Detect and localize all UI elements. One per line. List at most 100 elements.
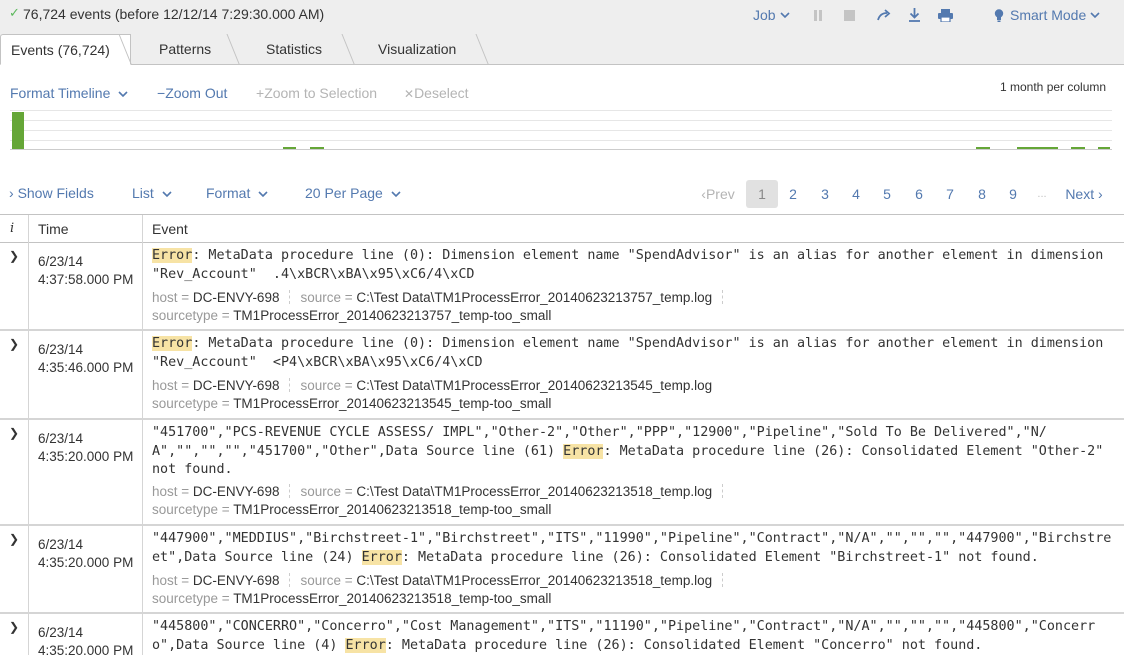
page-button[interactable]: 2 [784,180,802,208]
event-time: 6/23/14 4:35:20.000 PM [38,536,133,572]
source-value[interactable]: C:\Test Data\TM1ProcessError_20140623213… [356,484,712,499]
event-time: 6/23/14 4:37:58.000 PM [38,253,133,289]
timeline-bar[interactable] [976,147,990,149]
page-button[interactable]: 8 [973,180,991,208]
sourcetype-key: sourcetype = [152,396,230,411]
timeline-bar[interactable] [1098,147,1110,149]
deselect-label: Deselect [414,85,469,101]
timeline-scale: 1 month per column [1000,80,1107,94]
job-menu[interactable]: Job [753,0,790,30]
source-value[interactable]: C:\Test Data\TM1ProcessError_20140623213… [356,378,712,393]
format-menu[interactable]: Format [206,185,268,201]
event-fields: host = DC-ENVY-698 source = C:\Test Data\… [152,378,712,393]
event-row: ❯ 6/23/14 4:35:20.000 PM "447900","MEDDIU… [0,526,1124,614]
tab-events[interactable]: Events (76,724) [0,34,131,65]
page-button[interactable]: 7 [941,180,959,208]
page-button[interactable]: 6 [910,180,928,208]
timeline-bar[interactable] [283,147,296,149]
event-raw[interactable]: Error: MetaData procedure line (0): Dime… [152,247,1112,284]
event-row: ❯ 6/23/14 4:37:58.000 PM Error: MetaData … [0,243,1124,331]
prev-label: Prev [705,186,735,202]
col-time-header[interactable]: Time [38,221,69,237]
expand-chevron-icon[interactable]: ❯ [9,249,19,263]
event-date: 6/23/14 [38,342,84,357]
sourcetype-value[interactable]: TM1ProcessError_20140623213757_temp-too_… [233,308,551,323]
event-raw[interactable]: "447900","MEDDIUS","Birchstreet-1","Birc… [152,530,1112,567]
tab-patterns[interactable]: Patterns [159,34,239,65]
event-date: 6/23/14 [38,431,84,446]
expand-chevron-icon[interactable]: ❯ [9,620,19,634]
timeline-bar[interactable] [12,112,24,149]
expand-chevron-icon[interactable]: ❯ [9,337,19,351]
page-button[interactable]: 3 [816,180,834,208]
sourcetype-value[interactable]: TM1ProcessError_20140623213545_temp-too_… [233,396,551,411]
event-date: 6/23/14 [38,537,84,552]
search-term-highlight[interactable]: Error [152,336,193,351]
event-clock: 4:35:20.000 PM [38,555,134,570]
print-icon[interactable] [937,7,953,23]
lightbulb-icon [994,8,1004,22]
list-menu[interactable]: List [132,185,172,201]
host-value[interactable]: DC-ENVY-698 [193,484,280,499]
next-page-button[interactable]: Next › [1063,180,1105,208]
event-raw[interactable]: Error: MetaData procedure line (0): Dime… [152,335,1112,372]
format-timeline-menu[interactable]: Format Timeline [10,85,128,101]
timeline-chart[interactable] [10,110,1112,151]
tab-visualization[interactable]: Visualization [378,34,488,65]
per-page-menu[interactable]: 20 Per Page [305,185,401,201]
page-button[interactable]: 9 [1004,180,1022,208]
list-label: List [132,185,154,201]
expand-chevron-icon[interactable]: ❯ [9,532,19,546]
zoom-out-button[interactable]: −Zoom Out [157,85,227,101]
chevron-down-icon [1090,11,1100,18]
host-value[interactable]: DC-ENVY-698 [193,290,280,305]
stop-icon[interactable] [841,7,857,23]
source-value[interactable]: C:\Test Data\TM1ProcessError_20140623213… [356,573,712,588]
timeline-gridline [10,120,1112,121]
zoom-to-selection-button[interactable]: +Zoom to Selection [256,85,377,101]
timeline-bar[interactable] [1017,147,1058,149]
chevron-down-icon [780,11,790,18]
event-raw[interactable]: "445800","CONCERRO","Concerro","Cost Man… [152,618,1112,655]
timeline-bar[interactable] [310,147,324,149]
sourcetype-key: sourcetype = [152,502,230,517]
col-info-header: i [10,221,15,236]
search-mode-menu[interactable]: Smart Mode [994,0,1100,30]
source-value[interactable]: C:\Test Data\TM1ProcessError_20140623213… [356,290,712,305]
event-fields: host = DC-ENVY-698 source = C:\Test Data\… [152,484,733,499]
timeline-bar[interactable] [1071,147,1085,149]
sourcetype-value[interactable]: TM1ProcessError_20140623213518_temp-too_… [233,591,551,606]
chevron-down-icon [258,191,268,198]
event-clock: 4:35:46.000 PM [38,360,134,375]
event-fields: sourcetype = TM1ProcessError_20140623213… [152,396,551,411]
event-clock: 4:37:58.000 PM [38,272,134,287]
format-label: Format [206,185,251,201]
search-term-highlight[interactable]: Error [361,549,402,565]
next-label: Next [1065,186,1095,202]
smart-mode-label: Smart Mode [1010,7,1087,23]
deselect-button[interactable]: ✕Deselect [404,85,469,101]
share-icon[interactable] [876,7,892,23]
tab-label: Visualization [378,41,457,57]
prev-page-button[interactable]: ‹Prev [697,180,739,208]
search-term-highlight[interactable]: Error [152,248,193,263]
search-term-highlight[interactable]: Error [563,443,604,459]
tab-label: Patterns [159,41,212,57]
tab-statistics[interactable]: Statistics [266,34,354,65]
host-key: host = [152,573,190,588]
expand-chevron-icon[interactable]: ❯ [9,426,19,440]
host-value[interactable]: DC-ENVY-698 [193,378,280,393]
show-fields-button[interactable]: › Show Fields [9,185,94,201]
source-key: source = [300,573,353,588]
page-button-current[interactable]: 1 [746,180,778,208]
host-value[interactable]: DC-ENVY-698 [193,573,280,588]
event-raw[interactable]: "451700","PCS-REVENUE CYCLE ASSESS/ IMPL… [152,424,1112,480]
col-event-header: Event [152,221,188,237]
pause-icon[interactable] [810,7,826,23]
search-term-highlight[interactable]: Error [345,637,386,653]
export-icon[interactable] [906,7,922,23]
sourcetype-value[interactable]: TM1ProcessError_20140623213518_temp-too_… [233,502,551,517]
page-button[interactable]: 5 [878,180,896,208]
page-button[interactable]: 4 [847,180,865,208]
sourcetype-key: sourcetype = [152,308,230,323]
